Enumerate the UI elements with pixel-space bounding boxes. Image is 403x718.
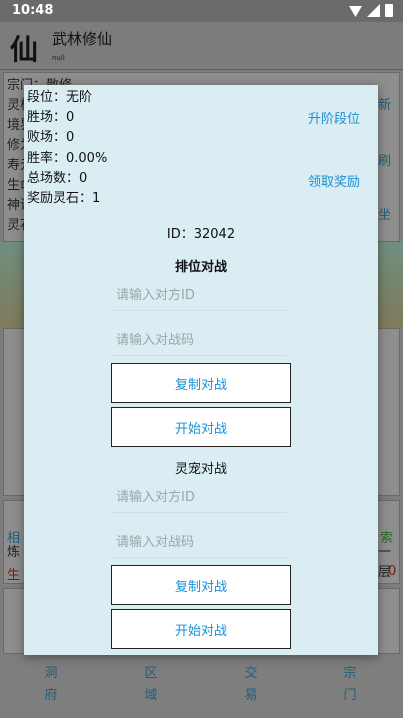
stat-reward: 奖励灵石：1 <box>27 190 101 206</box>
scenery-right <box>378 242 403 327</box>
signal-icon <box>367 4 380 17</box>
app-title: 武林修仙 <box>52 30 113 48</box>
bg-row-left-2: 炼 <box>7 545 21 560</box>
ranked-opponent-id-input[interactable] <box>112 281 286 311</box>
ranked-battle-title: 排位对战 <box>174 260 227 275</box>
bg-row-right-red: 0 <box>388 564 397 579</box>
status-bar: 10:48 <box>0 0 403 22</box>
app-header: 仙 武林修仙 null <box>0 22 403 70</box>
bg-row-left-red: 生 <box>7 568 21 583</box>
bg-link-sit[interactable]: 坐 <box>378 204 391 223</box>
stat-total: 总场数：0 <box>27 170 88 186</box>
nav-region[interactable]: 区域 <box>144 663 158 707</box>
stat-rank: 段位：无阶 <box>27 90 93 105</box>
status-time: 10:48 <box>12 3 54 18</box>
app-logo: 仙 <box>10 33 39 66</box>
stat-losses: 败场：0 <box>27 130 75 146</box>
bottom-nav: 洞府 区域 交易 宗门 <box>0 655 403 718</box>
ranked-start-button[interactable]: 开始对战 <box>111 407 291 447</box>
nav-sect[interactable]: 宗门 <box>343 663 357 707</box>
battery-icon <box>385 4 393 17</box>
ranked-copy-button[interactable]: 复制对战 <box>111 363 291 403</box>
pet-battle-code-input[interactable] <box>112 528 286 558</box>
nav-dongfu[interactable]: 洞府 <box>44 663 58 707</box>
upgrade-rank-link[interactable]: 升阶段位 <box>308 108 360 127</box>
stat-wins: 胜场：0 <box>27 110 75 126</box>
ranked-battle-code-input[interactable] <box>112 326 286 356</box>
pet-copy-button[interactable]: 复制对战 <box>111 565 291 605</box>
pet-opponent-id-input[interactable] <box>112 483 286 513</box>
pet-start-button[interactable]: 开始对战 <box>111 609 291 649</box>
claim-reward-link[interactable]: 领取奖励 <box>308 171 360 190</box>
battle-dialog: 段位：无阶 胜场：0 败场：0 胜率：0.00% 总场数：0 奖励灵石：1 升阶… <box>24 85 378 655</box>
status-icons <box>349 4 393 17</box>
app-subtitle: null <box>52 54 65 62</box>
bg-link-refresh[interactable]: 刷 <box>378 150 391 169</box>
wifi-icon <box>349 5 362 17</box>
rank-stats: 段位：无阶 胜场：0 败场：0 胜率：0.00% 总场数：0 奖励灵石：1 <box>27 88 107 209</box>
scenery-left <box>0 242 24 327</box>
player-id: ID：32042 <box>166 227 236 242</box>
bg-link-new[interactable]: 新 <box>378 94 391 113</box>
nav-trade[interactable]: 交易 <box>244 663 258 707</box>
pet-battle-title: 灵宠对战 <box>174 462 227 477</box>
stat-win-rate: 胜率：0.00% <box>27 150 108 166</box>
